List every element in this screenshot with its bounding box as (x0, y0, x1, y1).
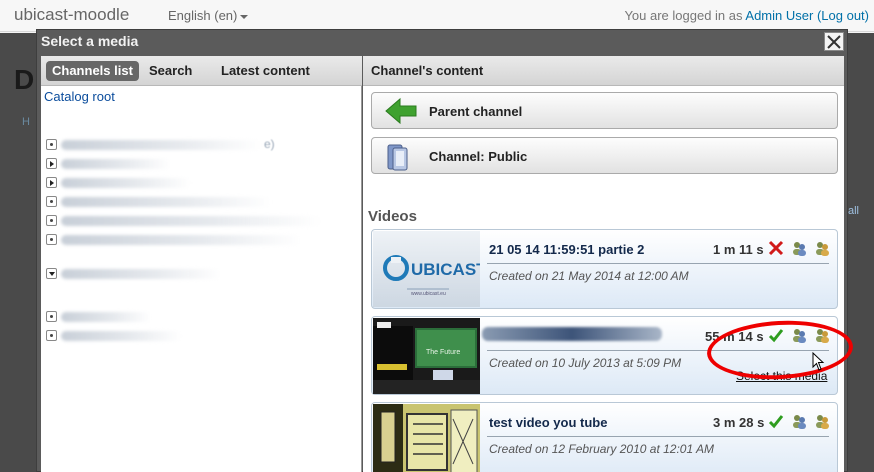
tree-item[interactable] (46, 177, 346, 191)
available-check-icon (768, 415, 784, 429)
users-permission-icon[interactable] (791, 413, 807, 429)
video-thumbnail[interactable]: UBICAST www.ubicast.eu (373, 231, 480, 307)
video-title[interactable]: 21 05 14 11:59:51 partie 2 (489, 242, 644, 257)
tree-item[interactable] (46, 215, 346, 229)
video-duration: 3 m 28 s (713, 415, 765, 430)
tree-item[interactable] (46, 158, 346, 172)
tab-search[interactable]: Search (143, 61, 198, 81)
background-crumb-partial: H (22, 116, 30, 128)
tree-item[interactable] (46, 311, 346, 325)
video-thumbnail[interactable]: The Future (373, 318, 480, 394)
tree-label-blurred (61, 178, 191, 188)
tree-label-blurred (61, 331, 181, 341)
close-icon (827, 35, 841, 49)
tree-toggle-icon[interactable] (46, 139, 57, 150)
available-check-icon (768, 329, 784, 343)
unavailable-cross-icon (768, 240, 784, 256)
channels-panel: Channels list Search Latest content Cata… (41, 56, 362, 472)
presentation-scene-icon (373, 318, 480, 394)
login-info: You are logged in as Admin User (Log out… (624, 8, 869, 23)
tree-label-blurred (61, 235, 301, 245)
panel-header-title: Channel's content (371, 63, 484, 78)
video-title-blurred[interactable] (482, 327, 662, 341)
users-permission-icon[interactable] (791, 327, 807, 343)
tree-item[interactable] (46, 234, 346, 248)
video-item[interactable]: test video you tube 3 m 28 s Created on … (371, 402, 838, 472)
current-channel-button[interactable]: Channel: Public (371, 137, 838, 174)
thumbnail-slide-text: The Future (426, 349, 461, 356)
close-button[interactable] (824, 32, 844, 51)
video-item[interactable]: UBICAST www.ubicast.eu 21 05 14 11:59:51… (371, 229, 838, 309)
tree-toggle-icon[interactable] (46, 215, 57, 226)
mouse-pointer-icon (812, 352, 825, 371)
tree-toggle-icon[interactable] (46, 311, 57, 322)
tree-item[interactable] (46, 330, 346, 344)
tree-label-blurred (61, 197, 271, 207)
channel-icon (387, 144, 408, 171)
tree-label-blurred (61, 159, 171, 169)
user-link[interactable]: Admin User (745, 8, 813, 23)
users-group-icon[interactable] (814, 240, 830, 256)
language-menu[interactable]: English (en) (168, 8, 249, 23)
tree-expand-icon[interactable] (46, 177, 57, 188)
tree-toggle-icon[interactable] (46, 330, 57, 341)
tree-label-blurred (61, 140, 261, 150)
parent-channel-label: Parent channel (429, 104, 523, 119)
tree-item[interactable]: e) (46, 137, 346, 153)
tree-toggle-icon[interactable] (46, 196, 57, 207)
tree-label-suffix: e) (264, 137, 275, 151)
tree-label-blurred (61, 216, 321, 226)
users-permission-icon[interactable] (791, 240, 807, 256)
tree-expand-icon[interactable] (46, 158, 57, 169)
video-created-date: Created on 10 July 2013 at 5:09 PM (489, 356, 682, 370)
site-brand[interactable]: ubicast-moodle (14, 5, 129, 25)
users-group-icon[interactable] (814, 327, 830, 343)
tree-item[interactable] (46, 268, 346, 282)
panel-header: Channel's content (363, 56, 844, 86)
tree-item[interactable] (46, 196, 346, 210)
select-media-dialog: Select a media Channels list Search Late… (36, 29, 848, 472)
video-divider (487, 350, 829, 351)
catalog-root-link[interactable]: Catalog root (44, 89, 115, 104)
thumbnail-brand-text: UBICAST (411, 260, 480, 279)
video-divider (487, 436, 829, 437)
sketch-scene-icon (373, 404, 480, 472)
videos-heading: Videos (368, 208, 417, 225)
video-thumbnail[interactable] (373, 404, 480, 472)
tree-collapse-icon[interactable] (46, 268, 57, 279)
panel-tabs: Channels list Search Latest content (41, 56, 362, 86)
tree-label-blurred (61, 269, 221, 279)
thumbnail-url-text: www.ubicast.eu (411, 291, 446, 297)
tab-latest-content[interactable]: Latest content (215, 61, 316, 81)
login-prefix: You are logged in as (624, 8, 746, 23)
video-created-date: Created on 12 February 2010 at 12:01 AM (489, 442, 715, 456)
page-heading-partial: D (14, 64, 35, 95)
background-link-partial: all (848, 205, 860, 217)
logout-link[interactable]: (Log out) (817, 8, 869, 23)
back-arrow-icon (385, 97, 417, 125)
tree-label-blurred (61, 312, 151, 322)
video-created-date: Created on 21 May 2014 at 12:00 AM (489, 269, 689, 283)
caret-down-icon (240, 14, 249, 19)
tree-toggle-icon[interactable] (46, 234, 57, 245)
video-title[interactable]: test video you tube (489, 415, 607, 430)
video-divider (487, 263, 829, 264)
language-label: English (en) (168, 8, 238, 23)
video-duration: 55 m 14 s (705, 329, 764, 344)
video-item[interactable]: The Future 55 m 14 s Created on 10 July … (371, 316, 838, 395)
channel-content-panel: Channel's content Parent channel Channel… (363, 56, 844, 472)
tab-channels-list[interactable]: Channels list (46, 61, 139, 81)
current-channel-label: Channel: Public (429, 149, 528, 164)
users-group-icon[interactable] (814, 413, 830, 429)
top-navbar: ubicast-moodle English (en) You are logg… (0, 0, 874, 32)
video-duration: 1 m 11 s (713, 242, 764, 257)
dialog-title: Select a media (41, 33, 139, 49)
parent-channel-button[interactable]: Parent channel (371, 92, 838, 129)
